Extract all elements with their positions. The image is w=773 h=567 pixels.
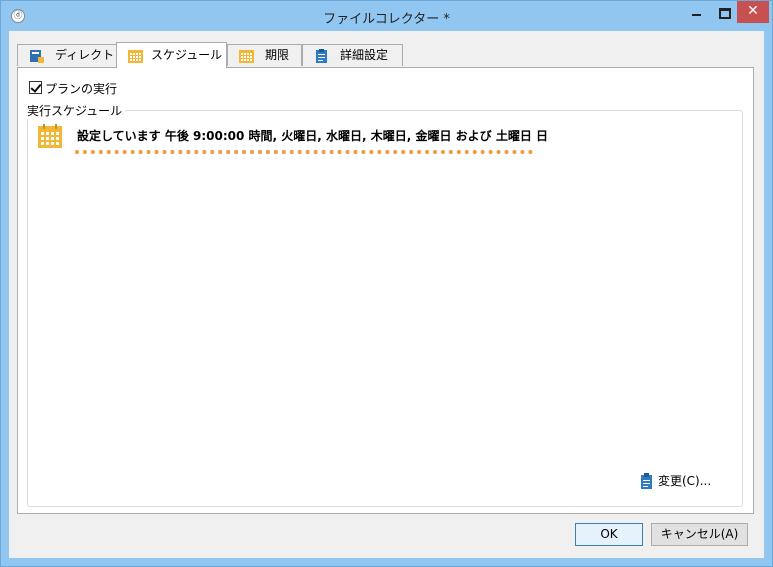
calendar-icon: [38, 124, 62, 148]
enable-schedule-checkbox[interactable]: [29, 81, 42, 94]
close-icon: ✕: [747, 3, 759, 19]
tab-label: スケジュール: [151, 48, 223, 62]
directory-icon: [30, 50, 44, 63]
schedule-link-underline: [75, 150, 533, 154]
tab-deadline[interactable]: 期限: [227, 44, 302, 66]
tab-advanced-settings[interactable]: 詳細設定: [302, 44, 403, 66]
close-button[interactable]: ✕: [737, 1, 769, 23]
maximize-button[interactable]: [711, 1, 737, 23]
schedule-group-label: 実行スケジュール: [27, 102, 126, 119]
schedule-description[interactable]: 設定しています 午後 9:00:00 時間, 火曜日, 水曜日, 木曜日, 金曜…: [77, 127, 548, 144]
change-schedule-label: 変更(C)...: [658, 474, 712, 488]
tab-schedule[interactable]: スケジュール: [116, 42, 227, 68]
cancel-button[interactable]: キャンセル(A): [651, 523, 748, 546]
calendar-icon: [239, 50, 254, 63]
title-bar[interactable]: ⓓ ファイルコレクター * ✕: [1, 1, 772, 31]
clipboard-icon: [641, 473, 652, 489]
window-title: ファイルコレクター *: [323, 12, 450, 27]
enable-schedule-label[interactable]: プランの実行: [45, 80, 117, 97]
clipboard-icon: [316, 49, 327, 63]
tab-directory[interactable]: ディレクトリ: [17, 44, 126, 66]
ok-button[interactable]: OK: [575, 523, 643, 546]
tab-label: 詳細設定: [340, 48, 389, 62]
calendar-icon: [128, 50, 143, 63]
schedule-group-box: [27, 110, 743, 507]
tab-label: 期限: [265, 48, 290, 62]
dialog-client-area: ディレクトリ スケジュール 期限 詳細設定 プランの実行 実行スケジュール 設定…: [9, 31, 764, 558]
minimize-button[interactable]: [683, 1, 709, 23]
dialog-window: ⓓ ファイルコレクター * ✕ ディレクトリ スケジュール 期限 詳細設定 プラ…: [0, 0, 773, 567]
schedule-tab-panel: プランの実行 実行スケジュール 設定しています 午後 9:00:00 時間, 火…: [17, 67, 754, 514]
